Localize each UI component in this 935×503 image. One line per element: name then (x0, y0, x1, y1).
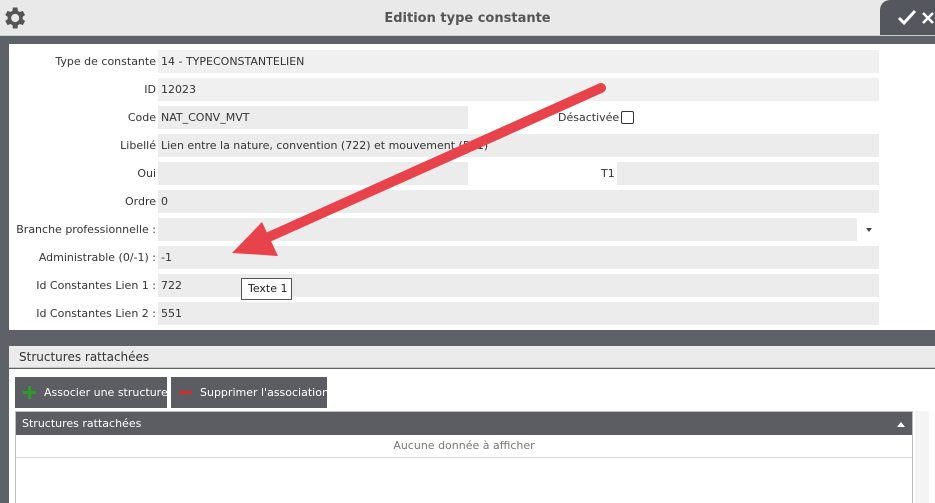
t1-field[interactable] (617, 162, 879, 185)
t1-label: T1 (601, 167, 615, 180)
grid-empty-message: Aucune donnée à afficher (16, 435, 912, 458)
sort-up-icon[interactable] (897, 422, 905, 427)
structures-panel: Associer une structure Supprimer l'assoc… (9, 369, 935, 503)
structures-grid: Structures rattachées Aucune donnée à af… (15, 411, 913, 503)
chevron-down-icon[interactable] (858, 218, 880, 241)
add-structure-label: Associer une structure (44, 386, 168, 399)
id-label: ID (144, 83, 156, 96)
lien2-field[interactable]: 551 (158, 302, 879, 325)
add-structure-button[interactable]: Associer une structure (15, 377, 168, 408)
ordre-label: Ordre (124, 195, 156, 208)
lien1-label: Id Constantes Lien 1 : (36, 279, 156, 292)
branche-select[interactable] (158, 218, 857, 241)
desactivee-label: Désactivée (558, 111, 620, 124)
libelle-field[interactable]: Lien entre la nature, convention (722) e… (158, 134, 879, 157)
window-title: Edition type constante (384, 11, 551, 26)
plus-icon (23, 386, 36, 399)
code-field[interactable]: NAT_CONV_MVT (158, 106, 468, 129)
administrable-label: Administrable (0/-1) : (38, 251, 156, 264)
lien2-label: Id Constantes Lien 2 : (36, 307, 156, 320)
form-panel: Type de constante 14 - TYPECONSTANTELIEN… (9, 44, 935, 330)
oui-label: Oui (137, 167, 156, 180)
id-value: 12023 (158, 78, 879, 101)
validate-check-icon[interactable] (897, 9, 917, 27)
title-bar: Edition type constante (0, 0, 935, 36)
grid-column-label: Structures rattachées (22, 417, 142, 430)
remove-association-button[interactable]: Supprimer l'association (171, 377, 329, 408)
ordre-field[interactable]: 0 (158, 190, 879, 213)
libelle-label: Libellé (120, 139, 156, 152)
desactivee-checkbox[interactable] (621, 111, 634, 124)
grid-column-header[interactable]: Structures rattachées (16, 412, 912, 435)
minus-icon (179, 391, 192, 394)
structures-section-header: Structures rattachées (9, 346, 935, 368)
administrable-field[interactable]: -1 (158, 246, 879, 269)
branche-label: Branche professionnelle : (16, 223, 156, 236)
remove-association-label: Supprimer l'association (200, 386, 329, 399)
close-icon[interactable] (921, 11, 935, 25)
oui-field[interactable] (158, 162, 468, 185)
code-label: Code (127, 111, 156, 124)
grid-scrollbar[interactable] (915, 411, 929, 503)
type-constante-label: Type de constante (55, 55, 156, 68)
type-constante-value: 14 - TYPECONSTANTELIEN (158, 50, 879, 73)
window-actions (880, 0, 935, 35)
tooltip: Texte 1 (241, 278, 292, 300)
